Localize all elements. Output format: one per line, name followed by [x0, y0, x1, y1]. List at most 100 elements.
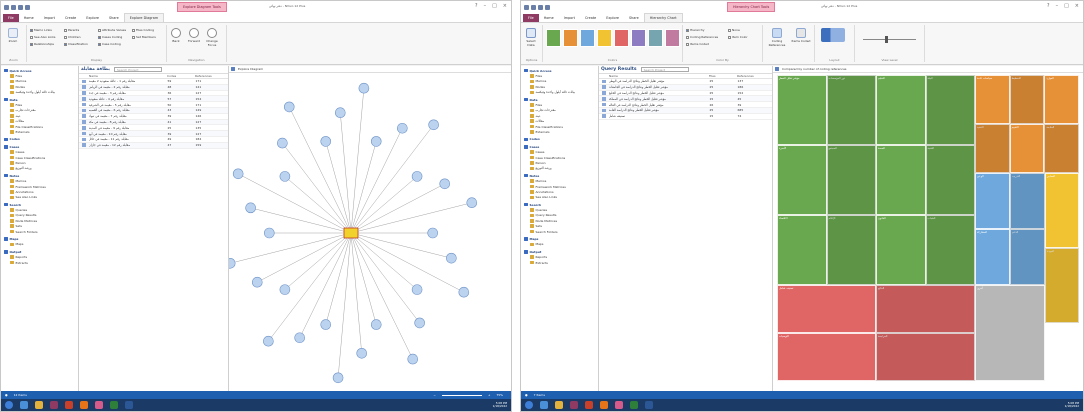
color-scheme-swatch[interactable]: [648, 29, 663, 47]
treemap-cell-green[interactable]: الصحة: [876, 145, 926, 215]
diagram-node[interactable]: [370, 136, 382, 147]
diagram-node[interactable]: [279, 171, 291, 182]
treemap-cell-blue[interactable]: الوعي: [975, 173, 1010, 229]
diagram-node[interactable]: [251, 276, 263, 288]
diagram-node[interactable]: [263, 227, 275, 239]
color-scheme-swatch[interactable]: [631, 29, 646, 47]
ie-icon[interactable]: [20, 401, 28, 409]
diagram-node[interactable]: [411, 284, 423, 295]
media-icon[interactable]: [80, 401, 88, 409]
color-scheme-swatch[interactable]: [597, 29, 612, 47]
tab-explore[interactable]: Explore: [601, 14, 624, 22]
word-icon[interactable]: [125, 401, 133, 409]
diagram-node[interactable]: [411, 171, 423, 182]
customize-icon[interactable]: [25, 4, 30, 10]
radio[interactable]: [728, 35, 731, 39]
table-row[interactable]: تصنيف شامل 15 74: [599, 114, 772, 120]
ie-icon[interactable]: [540, 401, 548, 409]
color-scheme-swatch[interactable]: [563, 29, 578, 47]
radio[interactable]: [728, 28, 731, 32]
diagram-node[interactable]: [358, 82, 370, 94]
nav-item[interactable]: See Also Links: [521, 195, 598, 200]
column-header-name[interactable]: Name: [79, 74, 167, 78]
table-row[interactable]: مقابلة رقم 12 - مقيمة في جازان 47 159: [79, 142, 228, 149]
column-header-references[interactable]: References: [195, 74, 212, 78]
nav-item[interactable]: Maps: [521, 242, 598, 247]
minimize-icon[interactable]: –: [484, 3, 487, 9]
diagram-node[interactable]: [397, 122, 408, 134]
diagram-node[interactable]: [332, 372, 344, 384]
explore-diagram[interactable]: [229, 73, 511, 391]
nav-item[interactable]: ورشة التوزيع: [521, 166, 598, 171]
diagram-node[interactable]: [320, 319, 332, 330]
color-scheme-swatch[interactable]: [546, 29, 561, 47]
treemap-cell-blue[interactable]: التدريب: [1010, 173, 1045, 229]
diagram-focus-node[interactable]: [343, 227, 359, 239]
tab-share[interactable]: Share: [624, 14, 644, 22]
tab-home[interactable]: Home: [19, 14, 39, 22]
diagram-node[interactable]: [245, 202, 256, 214]
size-by-items-coded[interactable]: Items Coded: [790, 28, 812, 43]
treemap-cell-green[interactable]: دور المؤسسات: [826, 75, 876, 145]
checkbox-case-coding[interactable]: Case Coding: [98, 42, 121, 46]
undo-icon[interactable]: [11, 4, 16, 10]
size-by-coding-references[interactable]: Coding References: [766, 28, 788, 47]
treemap-cell-orange[interactable]: التقييم: [1009, 124, 1045, 173]
zoom-out-button[interactable]: −: [433, 393, 436, 397]
treemap-cell-green[interactable]: المجتمع: [826, 145, 876, 215]
checkbox-cases-coding[interactable]: Cases Coding: [98, 35, 122, 39]
tab-hierarchy-chart[interactable]: Hierarchy Chart: [643, 13, 683, 22]
detail-tab[interactable]: Compared by number of coding references: [773, 66, 1083, 73]
nav-section-codes[interactable]: Codes: [521, 137, 598, 142]
checkbox-box[interactable]: [98, 42, 101, 46]
checkbox-files-coding[interactable]: Files Coding: [132, 28, 154, 32]
treemap-cell-green[interactable]: مؤشر تقليل الخطر: [777, 75, 827, 145]
tab-create[interactable]: Create: [580, 14, 601, 22]
help-icon[interactable]: ?: [1047, 3, 1050, 9]
search-input[interactable]: Search Project: [113, 67, 162, 72]
column-header-references[interactable]: References: [737, 74, 754, 78]
treemap-cell-green[interactable]: الإعلام: [826, 215, 876, 285]
checkbox-box[interactable]: [98, 28, 101, 32]
save-icon[interactable]: [4, 4, 9, 10]
treemap-cell-red[interactable]: تصنيف شامل: [777, 285, 876, 333]
diagram-node[interactable]: [370, 319, 382, 330]
diagram-node[interactable]: [439, 178, 451, 190]
tab-share[interactable]: Share: [104, 14, 124, 22]
nvivo-icon[interactable]: [570, 401, 578, 409]
help-icon[interactable]: ?: [475, 3, 478, 9]
start-icon[interactable]: [525, 401, 533, 409]
color-by-hierarchy[interactable]: Hierarchy: [686, 28, 705, 32]
diagram-node[interactable]: [458, 286, 470, 298]
nav-item[interactable]: بيانات ثالثة أيلول واحدة وفيكسة: [1, 90, 78, 95]
color-by-item-color[interactable]: Item Color: [728, 35, 748, 39]
back-button[interactable]: Back: [169, 28, 183, 43]
paint-icon[interactable]: [615, 401, 623, 409]
treemap-cell-orange[interactable]: سياسات عامة: [975, 75, 1010, 124]
checkbox-box[interactable]: [64, 35, 67, 39]
treemap-cell-blue[interactable]: المشاركة: [975, 229, 1010, 285]
undo-icon[interactable]: [531, 4, 536, 10]
color-scheme-swatch[interactable]: [614, 29, 629, 47]
tab-create[interactable]: Create: [60, 14, 81, 22]
treemap-cell-gray[interactable]: أخرى: [975, 285, 1045, 381]
settings-icon[interactable]: [630, 401, 638, 409]
diagram-node[interactable]: [232, 168, 244, 180]
hierarchy-treemap[interactable]: مؤشر تقليل الخطر دور المؤسسات التعليم البيئ…: [777, 75, 1079, 381]
diagram-node[interactable]: [427, 227, 438, 239]
diagram-node[interactable]: [294, 332, 305, 344]
diagram-node[interactable]: [407, 353, 419, 365]
treemap-cell-green[interactable]: الأسرة: [777, 145, 827, 215]
save-icon[interactable]: [524, 4, 529, 10]
maximize-icon[interactable]: □: [492, 3, 497, 9]
checkbox-see-also-links[interactable]: See Also Links: [30, 35, 56, 39]
checkbox-relationships[interactable]: Relationships: [30, 42, 54, 46]
zoom-slider[interactable]: [441, 394, 482, 396]
layout-button[interactable]: [819, 28, 847, 43]
checkbox-classification[interactable]: Classification: [64, 42, 88, 46]
tab-import[interactable]: Import: [39, 14, 60, 22]
diagram-node[interactable]: [229, 257, 236, 269]
treemap-cell-green[interactable]: الاقتصاد: [777, 215, 827, 285]
view-level-slider[interactable]: [863, 39, 916, 40]
checkbox-attribute-values[interactable]: Attribute Values: [98, 28, 126, 32]
